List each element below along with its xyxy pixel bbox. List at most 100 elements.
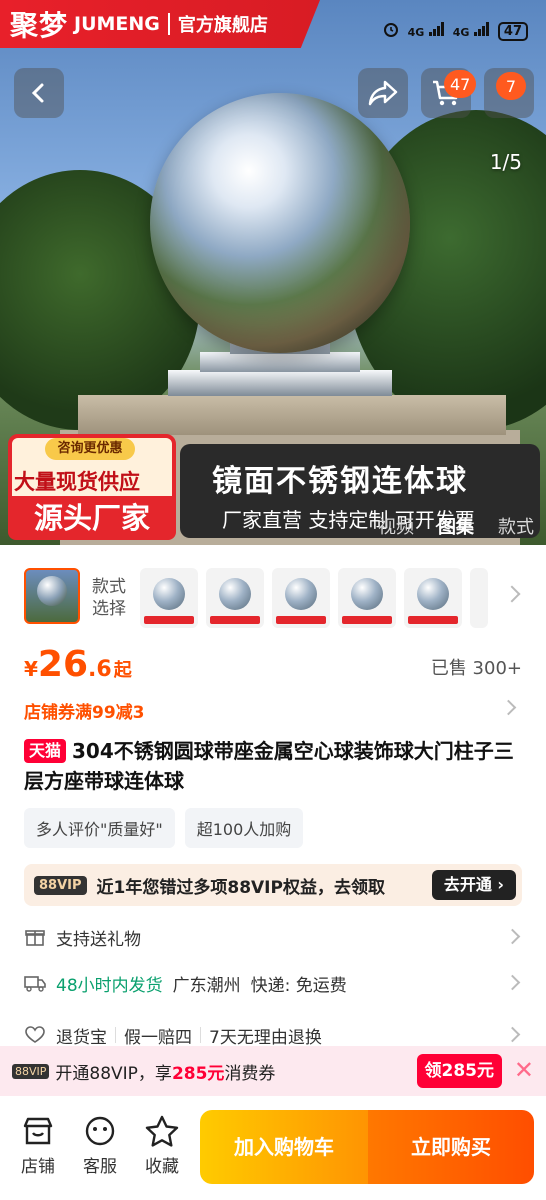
- chevron-right-icon[interactable]: [504, 974, 521, 991]
- shop-tab-label: 店铺: [21, 1157, 55, 1177]
- chevron-left-icon: [31, 83, 44, 103]
- variant-label-strip: [210, 616, 260, 624]
- gift-icon: [24, 926, 46, 948]
- chevron-right-icon[interactable]: [500, 699, 517, 716]
- promo-line-2: 源头厂家: [8, 496, 176, 540]
- brand-name-cn: 聚梦: [10, 9, 69, 42]
- brand-banner: 聚梦 JUMENG 官方旗舰店: [0, 0, 320, 48]
- brand-name-en: JUMENG: [74, 13, 160, 35]
- battery-icon: 47: [497, 21, 528, 41]
- share-icon: [368, 80, 398, 106]
- bottom-action-bar: 店铺 客服 收藏 加入购物车 立即购买: [0, 1096, 546, 1200]
- guarantee-returns: 退货宝: [56, 1027, 107, 1048]
- gallery-counter: 1/5: [489, 150, 522, 174]
- review-tag[interactable]: 超100人加购: [184, 808, 304, 848]
- shop-type: 官方旗舰店: [177, 15, 268, 36]
- variant-ball-image: [37, 576, 67, 606]
- vip-promo-text-post: 消费券: [224, 1063, 276, 1084]
- shop-tab[interactable]: 店铺: [12, 1114, 64, 1177]
- shipping-origin: 广东潮州: [172, 975, 241, 996]
- chevron-right-icon[interactable]: [504, 1026, 521, 1043]
- signal-icon-2: 4G: [453, 22, 490, 40]
- buy-now-button[interactable]: 立即购买: [368, 1110, 534, 1184]
- star-icon: [136, 1114, 188, 1148]
- shipping-row[interactable]: 48小时内发货 广东潮州 快递: 免运费: [24, 968, 522, 998]
- variant-thumb[interactable]: [206, 568, 264, 628]
- variant-ball-image: [285, 578, 317, 610]
- shop-coupon[interactable]: 店铺券满99减3: [24, 698, 145, 723]
- tab-styles[interactable]: 款式: [498, 513, 534, 539]
- variant-thumb[interactable]: [338, 568, 396, 628]
- price-integer: 26: [37, 644, 89, 685]
- vip-badge-small: 88VIP: [12, 1063, 50, 1079]
- review-tag[interactable]: 多人评价"质量好": [24, 808, 175, 848]
- vip-open-button[interactable]: 去开通 ›: [431, 870, 516, 900]
- vip-text: 近1年您错过多项88VIP权益，去领取: [96, 877, 385, 898]
- pedestal-top: [78, 395, 506, 435]
- chevron-right-icon[interactable]: [503, 585, 521, 603]
- status-indicators: 4G 4G 47: [382, 20, 528, 42]
- price-suffix: 起: [113, 660, 132, 681]
- heart-shield-icon: [24, 1024, 46, 1046]
- store-icon: [12, 1114, 64, 1148]
- claim-coupon-button[interactable]: 领285元: [416, 1054, 502, 1088]
- favorite-tab[interactable]: 收藏: [136, 1114, 188, 1177]
- chat-face-icon: [74, 1114, 126, 1148]
- gift-label: 支持送礼物: [56, 929, 141, 950]
- media-tabs: 视频 图集 款式: [378, 513, 534, 539]
- add-to-cart-button[interactable]: 加入购物车: [200, 1110, 368, 1184]
- promo-line-1: 大量现货供应: [14, 470, 140, 494]
- vip-open-label: 去开通: [443, 875, 492, 894]
- divider: [200, 1027, 201, 1043]
- promo-title: 镜面不锈钢连体球: [212, 464, 468, 499]
- variant-thumb-partial[interactable]: [470, 568, 488, 628]
- favorite-tab-label: 收藏: [145, 1157, 179, 1177]
- variant-label-strip: [408, 616, 458, 624]
- variant-label-strip: [342, 616, 392, 624]
- share-button[interactable]: [358, 68, 408, 118]
- sold-count: 已售 300+: [430, 658, 522, 679]
- gift-row[interactable]: 支持送礼物: [24, 922, 522, 952]
- service-tab-label: 客服: [83, 1157, 117, 1177]
- price: ¥ 26 .6 起: [24, 644, 132, 685]
- product-title: 天猫 304不锈钢圆球带座金属空心球装饰球大门柱子三层方座带球连体球: [24, 736, 524, 796]
- guarantee-7day: 7天无理由退换: [209, 1027, 322, 1048]
- chevron-right-icon[interactable]: [504, 928, 521, 945]
- close-icon[interactable]: ✕: [514, 1058, 534, 1082]
- variant-ball-image: [417, 578, 449, 610]
- variant-selector[interactable]: 款式选择: [0, 548, 546, 638]
- variant-thumb[interactable]: [140, 568, 198, 628]
- product-gallery[interactable]: 聚梦 JUMENG 官方旗舰店 4G 4G 47 47 7 1/5 咨询更优惠 …: [0, 0, 546, 545]
- review-tags: 多人评价"质量好" 超100人加购: [24, 808, 304, 848]
- variant-ball-image: [351, 578, 383, 610]
- stand-tier-2: [200, 352, 360, 372]
- brand-divider: [167, 13, 170, 35]
- cart-count-badge: 47: [444, 70, 477, 98]
- shipping-fee: 快递: 免运费: [250, 975, 347, 996]
- vip-promo-text-pre: 开通88VIP，享: [55, 1063, 172, 1084]
- product-title-text: 304不锈钢圆球带座金属空心球装饰球大门柱子三层方座带球连体球: [24, 739, 514, 793]
- network-type-1: 4G: [407, 26, 425, 39]
- promo-tag: 咨询更优惠: [45, 438, 135, 460]
- variant-thumb[interactable]: [404, 568, 462, 628]
- vip-benefit-bar[interactable]: 88VIP 近1年您错过多项88VIP权益，去领取 去开通 ›: [24, 864, 522, 906]
- guarantee-authentic: 假一赔四: [124, 1027, 192, 1048]
- tab-video[interactable]: 视频: [378, 513, 414, 539]
- alarm-icon: [382, 20, 400, 42]
- variant-ball-image: [219, 578, 251, 610]
- vip-badge: 88VIP: [34, 875, 87, 895]
- shipping-time: 48小时内发货: [56, 975, 163, 996]
- variant-thumb[interactable]: [272, 568, 330, 628]
- truck-icon: [24, 972, 46, 994]
- tab-gallery[interactable]: 图集: [438, 513, 474, 539]
- customer-service-tab[interactable]: 客服: [74, 1114, 126, 1177]
- vip-promo-amount: 285元: [171, 1063, 225, 1084]
- price-decimal: .6: [88, 657, 112, 682]
- tmall-badge: 天猫: [24, 739, 67, 763]
- network-type-2: 4G: [452, 26, 470, 39]
- vip-coupon-banner[interactable]: 88VIP 开通88VIP，享285元消费券 领285元 ✕: [0, 1046, 546, 1096]
- selected-variant-thumb[interactable]: [24, 568, 80, 624]
- back-button[interactable]: [14, 68, 64, 118]
- variant-label: 款式选择: [92, 577, 126, 619]
- stand-tier-3: [168, 370, 392, 396]
